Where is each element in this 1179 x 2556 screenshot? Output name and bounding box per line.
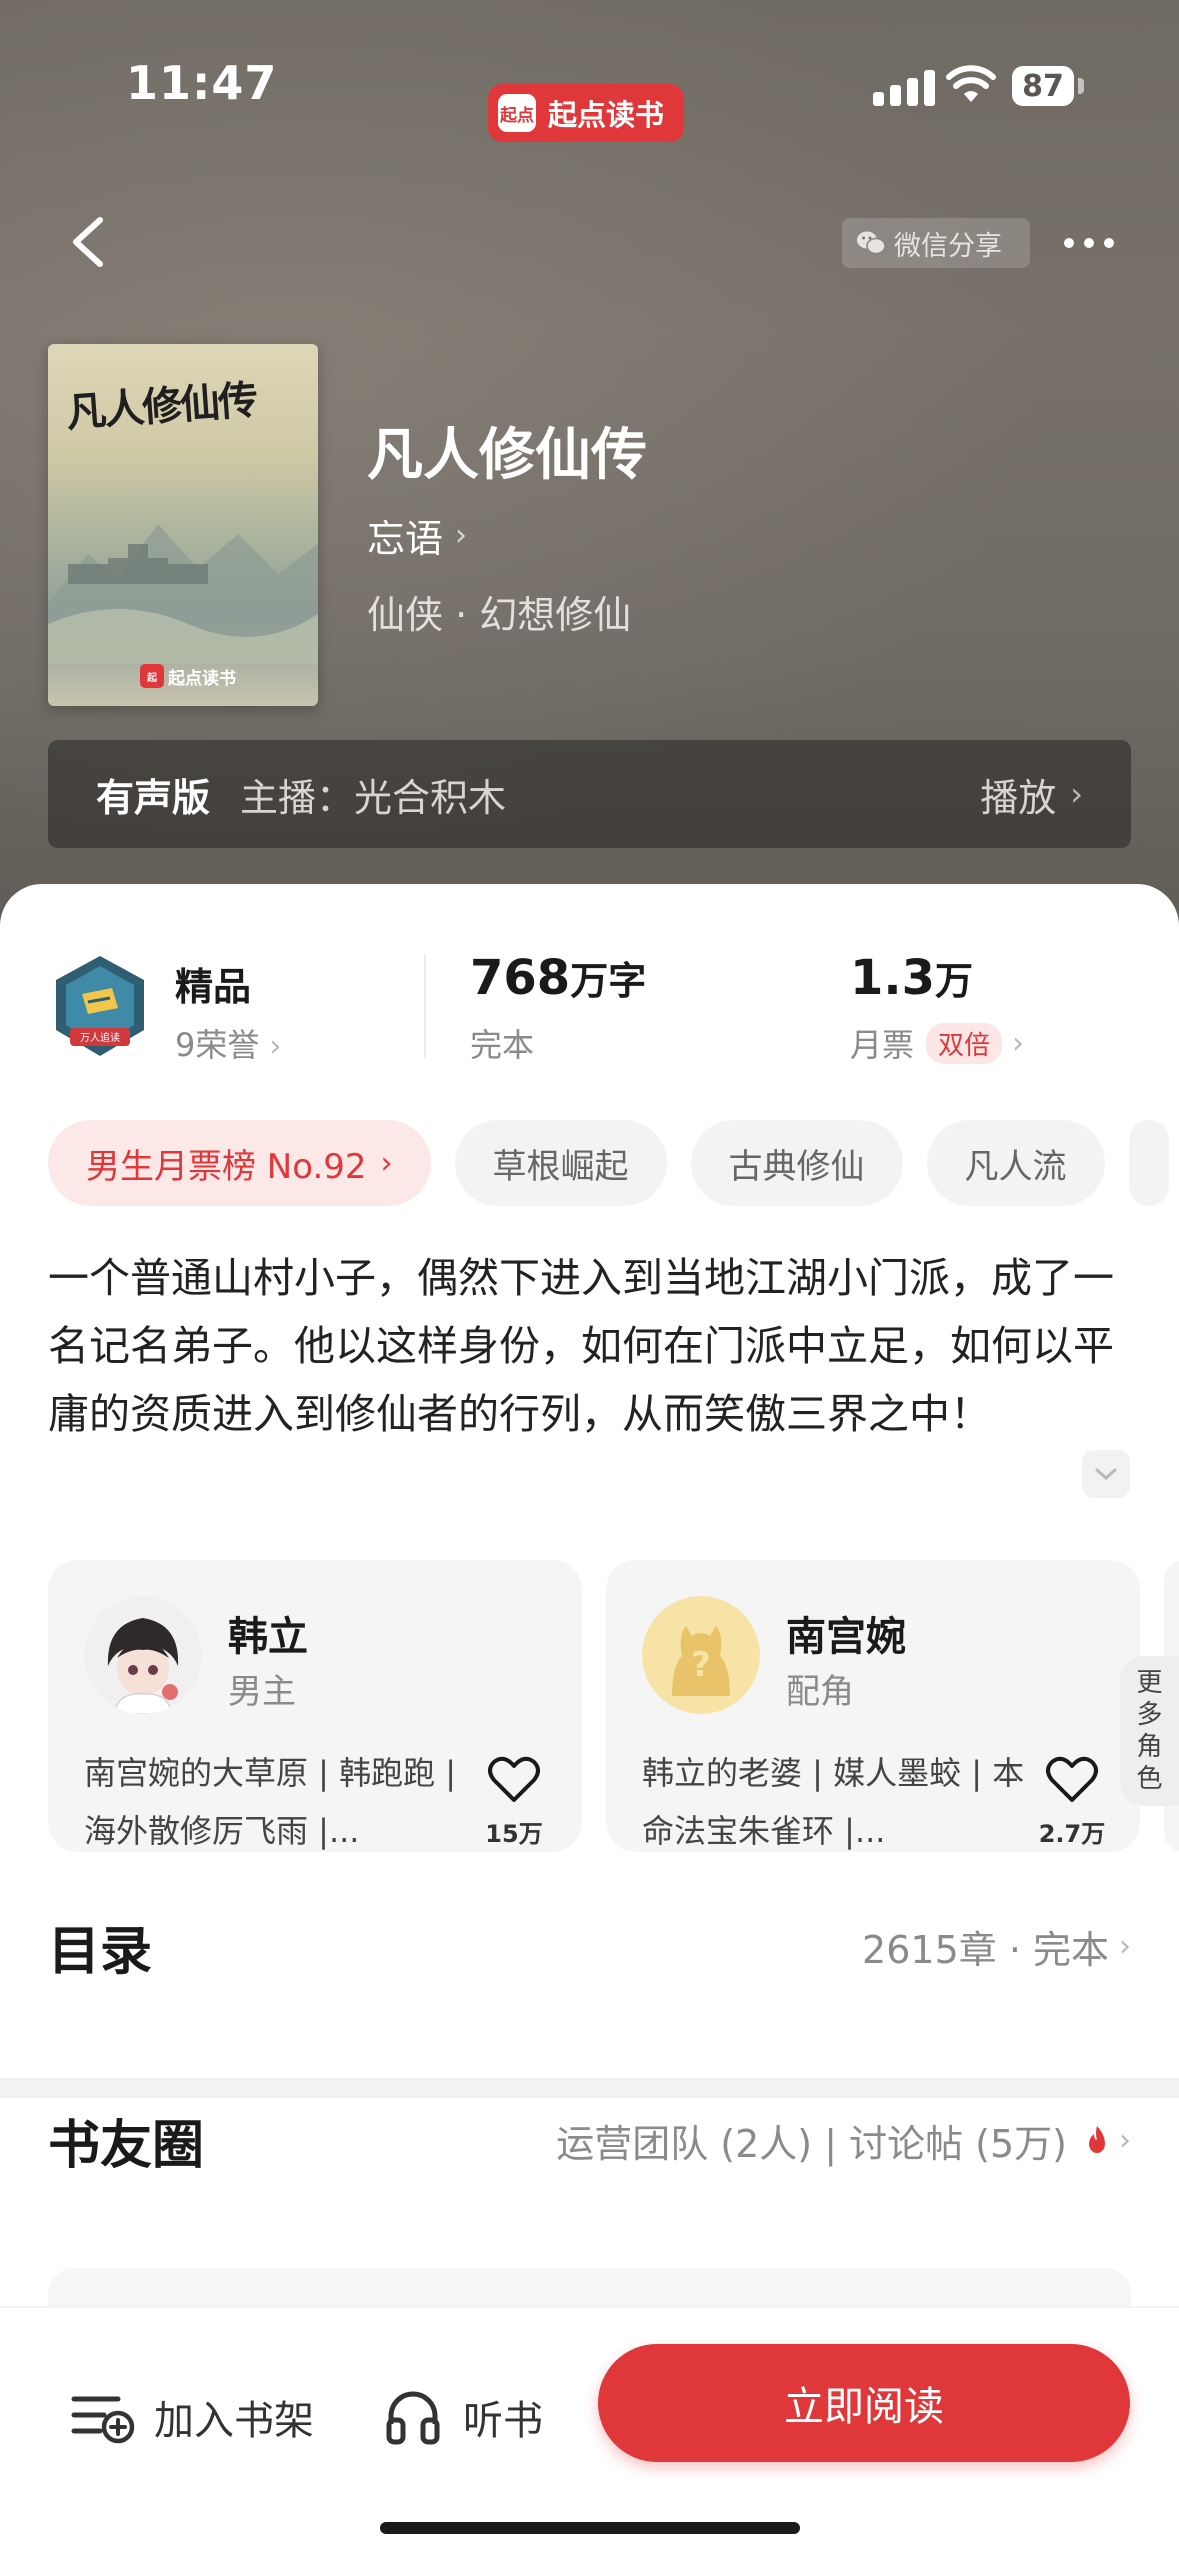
book-status: 完本 bbox=[470, 1026, 535, 1064]
section-divider bbox=[0, 2078, 1179, 2098]
character-name: 韩立 bbox=[228, 1614, 308, 1660]
chevron-right-icon: › bbox=[380, 1145, 393, 1181]
audio-version-bar[interactable]: 有声版 主播：光合积木 播放 › bbox=[48, 740, 1131, 848]
tag-item[interactable]: 草根崛起 bbox=[454, 1120, 667, 1206]
fire-icon bbox=[1089, 2126, 1105, 2153]
character-desc: 南宫婉的大草原 | 韩跑跑 | 海外散修厉飞雨 |... bbox=[84, 1754, 457, 1850]
heart-icon[interactable] bbox=[1044, 1754, 1100, 1804]
audio-host: 主播：光合积木 bbox=[240, 775, 507, 820]
character-role: 配角 bbox=[786, 1672, 854, 1712]
add-shelf-icon bbox=[71, 2396, 135, 2444]
expand-intro-button[interactable] bbox=[1082, 1450, 1130, 1498]
character-list: 韩立 男主 南宫婉的大草原 | 韩跑跑 | 海外散修厉飞雨 |... 15万 ?… bbox=[48, 1560, 1179, 1852]
book-stats: 万人追读 精品 9荣誉 › 768万字 完本 1.3万 月票 双倍 › bbox=[0, 944, 1179, 1074]
circle-title: 书友圈 bbox=[48, 2115, 205, 2176]
add-to-shelf-button[interactable]: 加入书架 bbox=[70, 2382, 314, 2452]
battery-cap bbox=[1078, 78, 1084, 94]
status-bar: 11:47 起点 起点读书 87 bbox=[0, 0, 1179, 150]
character-desc: 韩立的老婆 | 媒人墨蛟 | 本命法宝朱雀环 |... bbox=[642, 1754, 1025, 1850]
tag-rank[interactable]: 男生月票榜 No.92 › bbox=[48, 1120, 431, 1206]
back-arrow-icon[interactable] bbox=[60, 210, 120, 274]
character-avatar bbox=[84, 1596, 202, 1714]
character-card[interactable]: ? 南宫婉 配角 韩立的老婆 | 媒人墨蛟 | 本命法宝朱雀环 |... 2.7… bbox=[606, 1560, 1140, 1852]
wechat-icon bbox=[857, 231, 886, 255]
character-avatar-placeholder: ? bbox=[642, 1596, 760, 1714]
heart-icon[interactable] bbox=[486, 1754, 542, 1804]
character-name: 南宫婉 bbox=[786, 1614, 906, 1660]
quality-label: 精品 bbox=[175, 965, 252, 1009]
svg-text:万人追读: 万人追读 bbox=[80, 1031, 120, 1044]
character-card[interactable]: 韩立 男主 南宫婉的大草原 | 韩跑跑 | 海外散修厉飞雨 |... 15万 bbox=[48, 1560, 582, 1852]
wifi-icon bbox=[946, 65, 996, 102]
author-name: 忘语 bbox=[367, 517, 444, 561]
book-detail-sheet: 万人追读 精品 9荣誉 › 768万字 完本 1.3万 月票 双倍 › 男生月票榜… bbox=[0, 884, 1179, 2556]
reader-circle-row[interactable]: 书友圈 运营团队 (2人) | 讨论帖 (5万) › bbox=[48, 2100, 1131, 2180]
honors-link[interactable]: 9荣誉 › bbox=[175, 1020, 281, 1066]
tag-list: 男生月票榜 No.92 › 草根崛起 古典修仙 凡人流 bbox=[48, 1120, 1179, 1206]
book-genre: 仙侠 · 幻想修仙 bbox=[367, 593, 632, 637]
chevron-right-icon: › bbox=[1012, 1025, 1025, 1061]
tag-item-partial[interactable] bbox=[1128, 1120, 1169, 1206]
home-indicator bbox=[380, 2522, 800, 2534]
status-time: 11:47 bbox=[126, 56, 278, 110]
chevron-down-icon bbox=[1095, 1468, 1117, 1481]
app-logo-icon: 起点 bbox=[498, 94, 536, 132]
cover-publisher: 起 起点读书 bbox=[140, 662, 236, 690]
read-now-button[interactable]: 立即阅读 bbox=[598, 2344, 1130, 2462]
more-options-icon[interactable] bbox=[1064, 228, 1124, 258]
audio-play-button[interactable]: 播放 bbox=[980, 767, 1056, 822]
like-count: 2.7万 bbox=[1038, 1820, 1106, 1848]
stats-divider bbox=[424, 954, 426, 1058]
app-name: 起点读书 bbox=[548, 98, 665, 132]
cover-title: 凡人修仙传 bbox=[64, 376, 258, 437]
share-label: 微信分享 bbox=[894, 230, 1002, 262]
bottom-action-bar: 加入书架 听书 立即阅读 bbox=[0, 2308, 1179, 2556]
book-cover[interactable]: 凡人修仙传 起 起点读书 bbox=[48, 344, 318, 706]
listen-button[interactable]: 听书 bbox=[385, 2382, 543, 2452]
tag-item[interactable]: 凡人流 bbox=[926, 1120, 1105, 1206]
honor-badge-icon[interactable]: 万人追读 bbox=[48, 952, 152, 1060]
book-intro: 一个普通山村小子，偶然下进入到当地江湖小门派，成了一名记名弟子。他以这样身份，如… bbox=[48, 1254, 1114, 1438]
chevron-right-icon: › bbox=[455, 518, 468, 553]
audio-label: 有声版 bbox=[96, 775, 211, 820]
chevron-right-icon: › bbox=[1070, 775, 1083, 813]
monthly-tickets-count: 1.3万 bbox=[850, 950, 974, 1006]
toc-meta: 2615章 · 完本 › bbox=[862, 1927, 1131, 1972]
double-badge: 双倍 bbox=[926, 1022, 1003, 1064]
cellular-signal-icon bbox=[873, 66, 937, 106]
table-of-contents-row[interactable]: 目录 2615章 · 完本 › bbox=[48, 1906, 1131, 1986]
headphones-icon bbox=[386, 2391, 440, 2445]
like-count: 15万 bbox=[485, 1820, 543, 1848]
toc-title: 目录 bbox=[48, 1921, 153, 1982]
app-indicator-pill[interactable]: 起点 起点读书 bbox=[488, 84, 684, 142]
more-characters-button[interactable]: 更 多 角 色 bbox=[1120, 1656, 1179, 1806]
publisher-logo-icon: 起 bbox=[140, 664, 164, 688]
chevron-right-icon: › bbox=[269, 1029, 282, 1064]
tag-item[interactable]: 古典修仙 bbox=[690, 1120, 903, 1206]
author-link[interactable]: 忘语 › bbox=[367, 508, 467, 563]
book-title: 凡人修仙传 bbox=[367, 423, 647, 488]
battery-icon: 87 bbox=[1012, 66, 1074, 106]
word-count: 768万字 bbox=[470, 950, 647, 1006]
cover-artwork bbox=[48, 524, 318, 664]
circle-meta: 运营团队 (2人) | 讨论帖 (5万) › bbox=[556, 2121, 1131, 2166]
character-role: 男主 bbox=[228, 1672, 296, 1712]
chevron-right-icon: › bbox=[1119, 1928, 1131, 1964]
wechat-share-button[interactable]: 微信分享 bbox=[842, 218, 1030, 268]
monthly-tickets-link[interactable]: 月票 双倍 › bbox=[850, 1020, 1024, 1066]
chevron-right-icon: › bbox=[1119, 2122, 1131, 2158]
svg-text:?: ? bbox=[691, 1645, 711, 1685]
